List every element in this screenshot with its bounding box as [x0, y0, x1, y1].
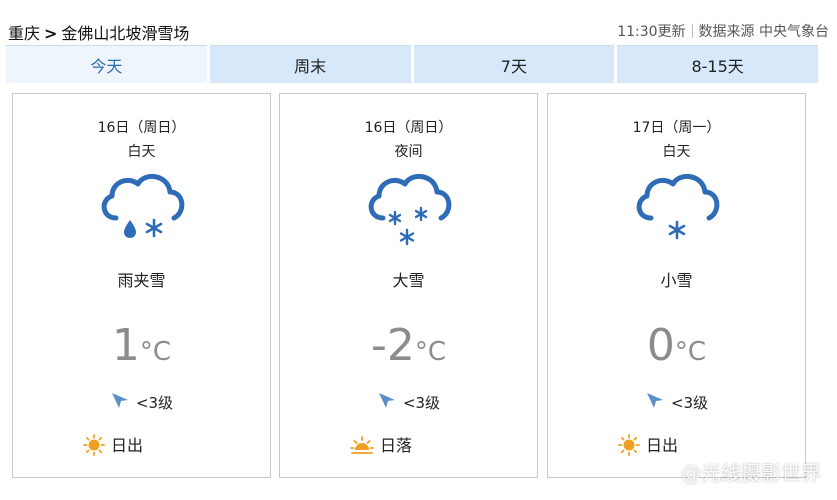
divider — [691, 24, 693, 38]
header: 重庆 > 金佛山北坡滑雪场 11:30更新 数据来源 中央气象台 — [0, 0, 837, 44]
forecast-period: 白天 — [127, 144, 156, 160]
wind-direction-icon — [378, 393, 395, 408]
sunset-icon — [350, 436, 374, 454]
tab-7-days[interactable]: 7天 — [413, 45, 615, 83]
breadcrumb: 重庆 > 金佛山北坡滑雪场 — [8, 20, 189, 44]
sun-event-label: 日出 — [111, 436, 144, 455]
heavy-snow-icon — [368, 174, 451, 246]
breadcrumb-region[interactable]: 重庆 — [8, 24, 40, 43]
update-info: 11:30更新 数据来源 中央气象台 — [617, 21, 829, 41]
light-snow-icon — [636, 174, 719, 240]
breadcrumb-separator: > — [44, 24, 58, 43]
sunrise-icon — [83, 434, 105, 456]
wind-direction-icon — [646, 393, 663, 408]
forecast-tabs: 今天 周末 7天 8-15天 — [6, 45, 818, 83]
temperature: 0°C — [548, 320, 805, 371]
temperature-unit: °C — [674, 337, 707, 367]
wind-level: <3级 — [135, 394, 174, 412]
tab-8-15-days[interactable]: 8-15天 — [617, 45, 818, 83]
forecast-card-day2: 17日（周一） 白天 小雪 0°C <3级 日出 — [547, 93, 806, 478]
temperature-value: 1 — [111, 320, 140, 371]
wind-direction-icon — [111, 393, 128, 408]
rain-snow-icon — [101, 174, 184, 238]
temperature-unit: °C — [414, 337, 447, 367]
wind-level: <3级 — [402, 394, 441, 412]
wind-level: <3级 — [670, 394, 709, 412]
tab-today[interactable]: 今天 — [6, 45, 207, 83]
condition-label: 小雪 — [660, 271, 693, 290]
temperature-value: -2 — [370, 320, 415, 371]
wind-info: <3级 — [548, 391, 805, 413]
temperature-unit: °C — [139, 337, 172, 367]
forecast-card-night1: 16日（周日） 夜间 大雪 -2°C <3级 日落 — [279, 93, 538, 478]
forecast-date: 17日（周一） — [632, 120, 721, 136]
temperature-value: 0 — [646, 320, 675, 371]
forecast-period: 夜间 — [394, 144, 423, 160]
forecast-card-day1: 16日（周日） 白天 雨夹雪 1°C <3级 日出 — [12, 93, 271, 478]
temperature: 1°C — [13, 320, 270, 371]
breadcrumb-location: 金佛山北坡滑雪场 — [61, 24, 190, 43]
forecast-date: 16日（周日） — [364, 120, 453, 136]
sun-event-label: 日落 — [380, 436, 413, 455]
sun-event-label: 日出 — [646, 436, 679, 455]
wind-info: <3级 — [13, 391, 270, 413]
wind-info: <3级 — [280, 391, 537, 413]
tab-weekend[interactable]: 周末 — [209, 45, 411, 83]
temperature: -2°C — [280, 320, 537, 371]
data-source: 数据来源 中央气象台 — [698, 24, 829, 40]
sun-event: 日出 — [83, 432, 143, 456]
forecast-date: 16日（周日） — [97, 120, 186, 136]
sun-event: 日落 — [350, 432, 412, 456]
sunrise-icon — [618, 434, 640, 456]
condition-label: 大雪 — [392, 271, 425, 290]
forecast-period: 白天 — [662, 144, 691, 160]
condition-label: 雨夹雪 — [117, 271, 166, 290]
sun-event: 日出 — [618, 432, 678, 456]
watermark: @光线摄影世界 — [681, 461, 821, 485]
update-time: 11:30更新 — [617, 24, 686, 40]
